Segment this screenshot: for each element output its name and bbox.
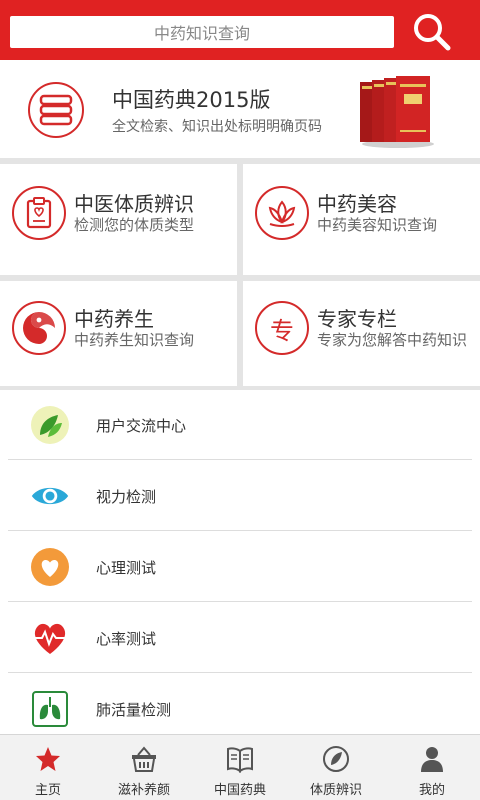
- tile-subtitle: 中药养生知识查询: [74, 331, 195, 349]
- tile-title: 中药美容: [317, 192, 397, 216]
- pharmacopoeia-books-image: [360, 76, 434, 148]
- nav-label: 体质辨识: [309, 783, 362, 798]
- nav-constitution[interactable]: 体质辨识: [288, 735, 384, 800]
- tile-title: 专家专栏: [317, 307, 397, 331]
- lungs-icon: [30, 689, 70, 729]
- list-label: 心理测试: [96, 559, 157, 577]
- nav-label: 我的: [418, 783, 445, 798]
- heart-icon: [30, 547, 70, 587]
- list-label: 视力检测: [96, 488, 157, 506]
- list-divider: [8, 530, 472, 531]
- tile-subtitle: 中药美容知识查询: [317, 216, 438, 234]
- list-label: 肺活量检测: [96, 701, 172, 719]
- star-icon: [34, 745, 62, 773]
- banner-title: 中国药典2015版: [112, 88, 271, 112]
- clipboard-heart-icon: [12, 186, 66, 240]
- pharmacopoeia-banner[interactable]: 中国药典2015版 全文检索、知识出处标明明确页码: [0, 60, 480, 158]
- tile-constitution[interactable]: 中医体质辨识 检测您的体质类型: [0, 164, 237, 275]
- constitution-icon: [322, 745, 350, 773]
- tile-wellness[interactable]: 中药养生 中药养生知识查询: [0, 281, 237, 386]
- search-input[interactable]: 中药知识查询: [10, 16, 394, 48]
- leaf-icon: [30, 405, 70, 445]
- bottom-nav: 主页 滋补养颜 中国药典 体质辨识 我的: [0, 734, 480, 800]
- book-icon: [226, 745, 254, 773]
- nav-tonic[interactable]: 滋补养颜: [96, 735, 192, 800]
- eye-icon: [30, 476, 70, 516]
- list-item-lung[interactable]: 肺活量检测: [0, 674, 480, 734]
- banner-subtitle: 全文检索、知识出处标明明确页码: [112, 119, 322, 135]
- app-header: 中药知识查询: [0, 0, 480, 60]
- list-divider: [8, 672, 472, 673]
- nav-pharmacopoeia[interactable]: 中国药典: [192, 735, 288, 800]
- expert-icon: 专: [255, 301, 309, 355]
- taiji-icon: [12, 301, 66, 355]
- list-item-community[interactable]: 用户交流中心: [0, 390, 480, 460]
- tile-expert[interactable]: 专 专家专栏 专家为您解答中药知识: [243, 281, 480, 386]
- heartbeat-icon: [30, 618, 70, 658]
- list-item-vision[interactable]: 视力检测: [0, 461, 480, 531]
- basket-icon: [130, 745, 158, 773]
- search-button[interactable]: [410, 12, 454, 52]
- tile-subtitle: 专家为您解答中药知识: [317, 331, 468, 349]
- nav-label: 中国药典: [213, 783, 266, 798]
- list-divider: [8, 459, 472, 460]
- expert-glyph: 专: [270, 316, 294, 345]
- nav-label: 主页: [34, 783, 61, 798]
- nav-home[interactable]: 主页: [0, 735, 96, 800]
- tile-title: 中医体质辨识: [74, 192, 194, 216]
- nav-label: 滋补养颜: [117, 783, 170, 798]
- tile-subtitle: 检测您的体质类型: [74, 216, 195, 234]
- list-divider: [8, 601, 472, 602]
- books-icon: [28, 82, 84, 138]
- search-icon: [414, 14, 451, 51]
- list-label: 心率测试: [96, 630, 157, 648]
- tile-beauty[interactable]: 中药美容 中药美容知识查询: [243, 164, 480, 275]
- nav-profile[interactable]: 我的: [384, 735, 480, 800]
- list-item-heartrate[interactable]: 心率测试: [0, 603, 480, 673]
- tile-title: 中药养生: [74, 307, 154, 331]
- user-icon: [418, 745, 446, 773]
- list-item-psych[interactable]: 心理测试: [0, 532, 480, 602]
- list-label: 用户交流中心: [96, 417, 187, 435]
- search-placeholder: 中药知识查询: [153, 24, 250, 43]
- lotus-icon: [255, 186, 309, 240]
